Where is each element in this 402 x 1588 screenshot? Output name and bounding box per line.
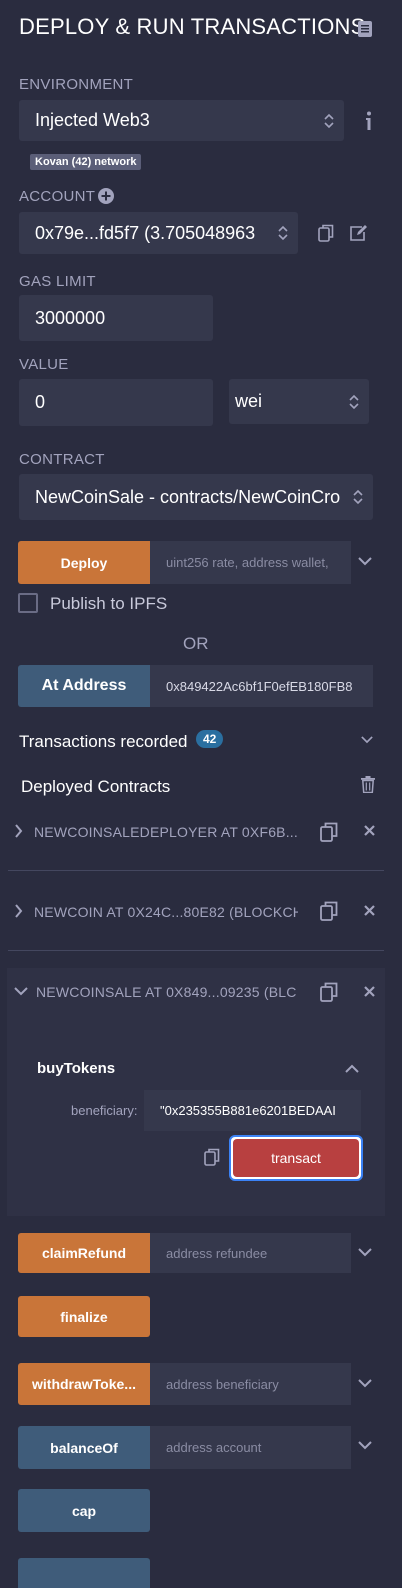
copy-icon[interactable]: [318, 224, 334, 242]
contract-select[interactable]: NewCoinSale - contracts/NewCoinCro: [19, 474, 373, 520]
close-icon[interactable]: [364, 825, 375, 836]
chevron-down-icon[interactable]: [358, 1378, 372, 1388]
beneficiary-address-input[interactable]: address beneficiary: [150, 1363, 351, 1405]
param-label: beneficiary:: [71, 1103, 138, 1118]
select-arrows-icon: [278, 225, 288, 241]
chevron-down-icon[interactable]: [358, 556, 372, 566]
gas-limit-label: GAS LIMIT: [19, 273, 96, 290]
account-label: ACCOUNT: [19, 188, 96, 205]
plus-circle-icon[interactable]: [98, 188, 114, 204]
balance-of-button[interactable]: balanceOf: [18, 1426, 150, 1469]
info-icon[interactable]: [364, 111, 374, 131]
docs-icon[interactable]: [357, 20, 373, 38]
select-arrows-icon: [324, 113, 334, 128]
chevron-down-icon[interactable]: [358, 1247, 372, 1257]
gas-limit-input[interactable]: 3000000: [19, 295, 213, 341]
chevron-up-icon[interactable]: [345, 1064, 359, 1073]
copy-icon[interactable]: [320, 982, 338, 1002]
refundee-input[interactable]: address refundee: [150, 1233, 351, 1273]
chevron-right-icon[interactable]: [14, 904, 23, 918]
copy-icon[interactable]: [320, 822, 338, 842]
value-unit: wei: [235, 391, 263, 411]
divider: [8, 950, 384, 951]
trash-icon[interactable]: [361, 776, 375, 793]
divider: [8, 870, 384, 871]
chevron-down-icon[interactable]: [358, 1440, 372, 1450]
deployed-contracts-label: Deployed Contracts: [21, 777, 171, 796]
network-badge: Kovan (42) network: [30, 154, 142, 170]
deploy-params-input[interactable]: uint256 rate, address wallet,: [150, 541, 351, 584]
or-separator: OR: [183, 634, 209, 653]
at-address-button[interactable]: At Address: [18, 665, 150, 707]
publish-ipfs-label: Publish to IPFS: [50, 594, 168, 613]
select-arrows-icon: [353, 489, 363, 505]
transact-button[interactable]: transact: [233, 1139, 359, 1177]
instance-title[interactable]: NEWCOIN AT 0X24C...80E82 (BLOCKCH: [34, 904, 298, 920]
copy-icon[interactable]: [320, 901, 338, 921]
copy-icon[interactable]: [204, 1148, 220, 1166]
close-icon[interactable]: [364, 986, 375, 997]
account-select[interactable]: 0x79e...fd5f7 (3.705048963: [19, 212, 298, 254]
page-title: DEPLOY & RUN TRANSACTIONS: [19, 14, 366, 39]
environment-select[interactable]: Injected Web3: [19, 100, 344, 141]
transact-focus-ring: transact: [229, 1135, 363, 1181]
environment-value: Injected Web3: [35, 110, 150, 130]
instance-title[interactable]: NEWCOINSALE AT 0X849...09235 (BLC: [36, 984, 298, 1000]
function-title: buyTokens: [37, 1060, 116, 1077]
withdraw-tokens-button[interactable]: withdrawToke...: [18, 1363, 150, 1405]
transactions-recorded-label[interactable]: Transactions recorded: [19, 732, 188, 752]
cap-button[interactable]: cap: [18, 1489, 150, 1532]
value-input[interactable]: 0: [19, 379, 213, 426]
finalize-button[interactable]: finalize: [18, 1296, 150, 1337]
account-address-input[interactable]: address account: [150, 1426, 351, 1469]
value-unit-select[interactable]: wei: [229, 379, 369, 424]
beneficiary-input[interactable]: "0x235355B881e6201BEDAAI: [144, 1090, 361, 1131]
close-icon[interactable]: [364, 905, 375, 916]
instance-title[interactable]: NEWCOINSALEDEPLOYER AT 0XF6B...C: [34, 824, 298, 840]
account-value: 0x79e...fd5f7 (3.705048963: [35, 222, 256, 243]
edit-icon[interactable]: [349, 224, 368, 242]
at-address-input[interactable]: 0x849422Ac6bf1F0efEB180FB8: [150, 665, 373, 707]
chevron-down-icon[interactable]: [14, 987, 28, 996]
chevron-down-icon[interactable]: [361, 735, 373, 744]
value-label: VALUE: [19, 356, 69, 373]
environment-label: ENVIRONMENT: [19, 76, 134, 93]
deploy-button[interactable]: Deploy: [18, 541, 150, 584]
claim-refund-button[interactable]: claimRefund: [18, 1233, 150, 1273]
contract-label: CONTRACT: [19, 451, 105, 468]
chevron-right-icon[interactable]: [14, 824, 23, 838]
transactions-count-badge: 42: [196, 730, 224, 748]
function-button-partial[interactable]: [18, 1558, 150, 1588]
publish-ipfs-checkbox[interactable]: [18, 593, 38, 613]
contract-value: NewCoinSale - contracts/NewCoinCro: [35, 486, 341, 507]
select-arrows-icon: [349, 394, 359, 409]
